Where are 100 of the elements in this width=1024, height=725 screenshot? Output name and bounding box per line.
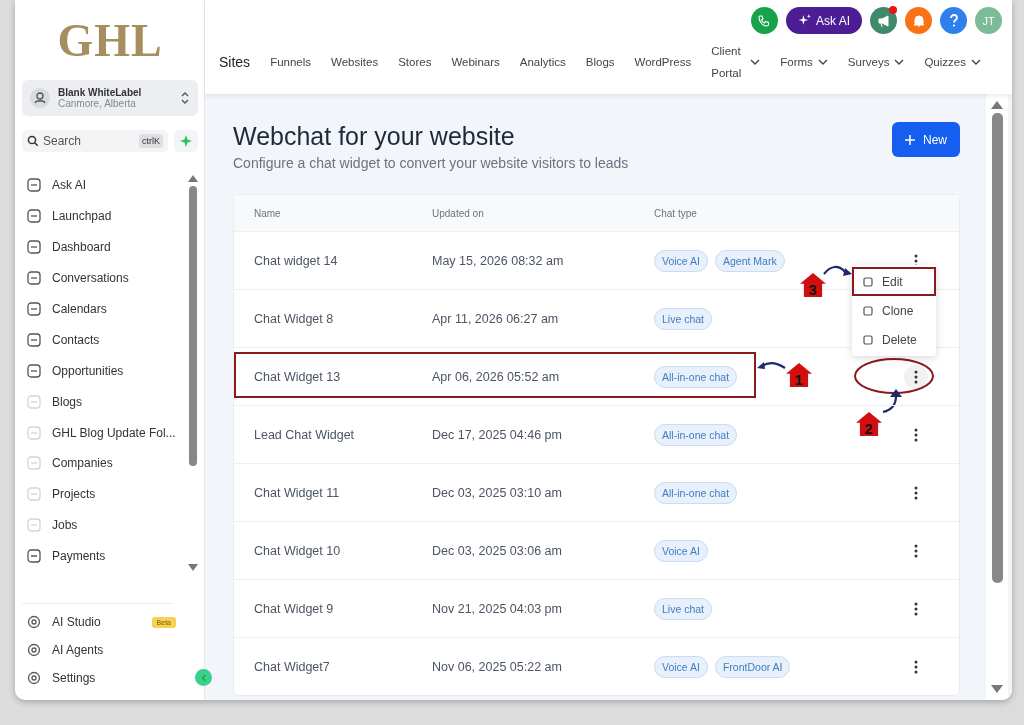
collapse-button[interactable]: [195, 669, 212, 686]
quick-action-button[interactable]: [174, 130, 198, 152]
step-marker: 3: [800, 273, 826, 297]
chevron-left-icon: [199, 673, 208, 682]
table-cell-text: Chat widget 14: [253, 253, 339, 268]
chat-type-tag: All-in-one chat: [654, 423, 738, 446]
sidebar-item[interactable]: Projects: [22, 478, 187, 510]
account-switcher[interactable]: Blank WhiteLabel Canmore, Alberta: [22, 80, 198, 116]
plus-icon: [905, 134, 915, 145]
nav-tab[interactable]: Webinars: [451, 56, 500, 68]
more-icon: [913, 427, 918, 442]
account-location: Canmore, Alberta: [58, 98, 137, 109]
sidebar-item[interactable]: Settings: [22, 664, 198, 692]
page-subtitle: Configure a chat widget to convert your website visitors to leads: [233, 155, 629, 171]
help-icon: [948, 14, 959, 27]
sidebar-item[interactable]: Jobs: [22, 509, 187, 541]
chat-type-tag: Voice AI: [654, 655, 708, 678]
user-icon: [30, 88, 50, 108]
chat-type-tag: Voice AI: [654, 249, 708, 272]
nav-tab[interactable]: Websites: [331, 56, 379, 68]
table-cell-text: Dec 17, 2025 04:46 pm: [432, 427, 563, 442]
help-button[interactable]: [940, 7, 967, 34]
menu-item-icon: [862, 275, 874, 288]
sidebar-item[interactable]: Companies: [22, 448, 187, 479]
table-cell-text: Lead Chat Widget: [253, 427, 356, 442]
table-cell-text: Apr 11, 2026 06:27 am: [432, 311, 560, 326]
phone-button[interactable]: [751, 7, 778, 34]
search-bar[interactable]: Search ctrlK: [22, 130, 168, 152]
account-name: Blank WhiteLabel: [58, 87, 143, 98]
column-header: Name: [253, 207, 282, 219]
more-icon: [913, 543, 918, 558]
table-cell-text: Nov 21, 2025 04:03 pm: [432, 601, 563, 616]
table-cell-text: Chat Widget7: [253, 659, 331, 674]
column-header: Chat type: [654, 207, 698, 219]
chat-type-tag: Agent Mark: [714, 249, 785, 272]
more-icon: [913, 659, 918, 674]
table-cell-text: Chat Widget 9: [253, 601, 335, 616]
sidebar-item[interactable]: Blogs: [22, 386, 187, 418]
section-title: Sites: [219, 54, 251, 70]
announcements-button[interactable]: [870, 7, 897, 34]
menu-item[interactable]: Delete: [852, 325, 936, 354]
table-cell-text: Apr 06, 2026 05:52 am: [432, 369, 561, 384]
nav-tab[interactable]: Analytics: [519, 56, 566, 68]
more-icon: [913, 601, 918, 616]
chat-type-tag: All-in-one chat: [654, 481, 738, 504]
nav-tab[interactable]: Stores: [398, 56, 432, 68]
menu-item-icon: [26, 670, 42, 686]
search-input[interactable]: Search: [43, 134, 123, 148]
chevron-updown-icon: [180, 90, 190, 106]
table-cell-text: Dec 03, 2025 03:06 am: [432, 543, 563, 558]
menu-item-icon: [862, 333, 874, 346]
table-cell-text: Chat Widget 13: [253, 369, 342, 384]
sidebar-item[interactable]: Conversations: [22, 262, 187, 294]
nav-tab[interactable]: Client Portal: [711, 40, 761, 84]
sidebar-item[interactable]: GHL Blog Update Fol...: [22, 417, 187, 448]
search-icon: [27, 135, 39, 147]
page-title: Webchat for your website: [233, 122, 516, 151]
scrollbar[interactable]: [986, 94, 1008, 700]
ask-ai-button[interactable]: Ask AI: [786, 7, 862, 34]
menu-item[interactable]: Clone: [852, 296, 936, 325]
shortcut-hint: ctrlK: [139, 134, 163, 148]
sidebar-item[interactable]: Contacts: [22, 324, 187, 356]
chat-type-tag: Live chat: [654, 597, 713, 620]
sidebar-item[interactable]: Ask AI: [22, 170, 187, 201]
nav-tab[interactable]: Funnels: [270, 56, 312, 68]
logo: GHL: [56, 14, 164, 68]
nav-tab[interactable]: Quizzes: [924, 56, 981, 68]
sidebar-item[interactable]: Opportunities: [22, 355, 187, 387]
sidebar-item[interactable]: Payments: [22, 540, 187, 572]
chat-type-tag: Live chat: [654, 307, 713, 330]
scroll-down-icon[interactable]: [187, 563, 198, 572]
table-cell-text: May 15, 2026 08:32 am: [432, 253, 565, 268]
table-cell-text: Chat Widget 10: [253, 543, 342, 558]
step-marker: 2: [856, 412, 882, 436]
more-icon: [913, 485, 918, 500]
notifications-button[interactable]: [905, 7, 932, 34]
nav-tab[interactable]: Surveys: [847, 56, 905, 68]
step-marker: 1: [786, 363, 812, 387]
chat-type-tag: All-in-one chat: [654, 365, 738, 388]
sidebar-item[interactable]: AI Agents: [22, 636, 198, 664]
chat-type-tag: Voice AI: [654, 539, 708, 562]
sparkle-icon: [180, 135, 192, 147]
more-button[interactable]: [903, 364, 928, 389]
new-button[interactable]: New: [892, 122, 960, 157]
nav-tab[interactable]: Blogs: [585, 56, 615, 68]
table-cell-text: Dec 03, 2025 03:10 am: [432, 485, 563, 500]
curved-arrow: [757, 362, 786, 369]
scroll-up-icon[interactable]: [187, 174, 198, 182]
menu-item[interactable]: Edit: [852, 267, 936, 296]
scroll-up-icon[interactable]: [991, 100, 1003, 109]
nav-tab[interactable]: Forms: [780, 56, 828, 68]
more-icon: [913, 369, 918, 384]
phone-icon: [758, 14, 771, 27]
sidebar-item[interactable]: Launchpad: [22, 200, 187, 232]
scroll-down-icon[interactable]: [991, 685, 1003, 694]
nav-tab[interactable]: WordPress: [634, 56, 692, 68]
bell-icon: [911, 13, 926, 28]
column-header: Updated on: [432, 207, 485, 219]
sidebar-item[interactable]: Calendars: [22, 293, 187, 325]
sidebar-item[interactable]: Dashboard: [22, 231, 187, 263]
